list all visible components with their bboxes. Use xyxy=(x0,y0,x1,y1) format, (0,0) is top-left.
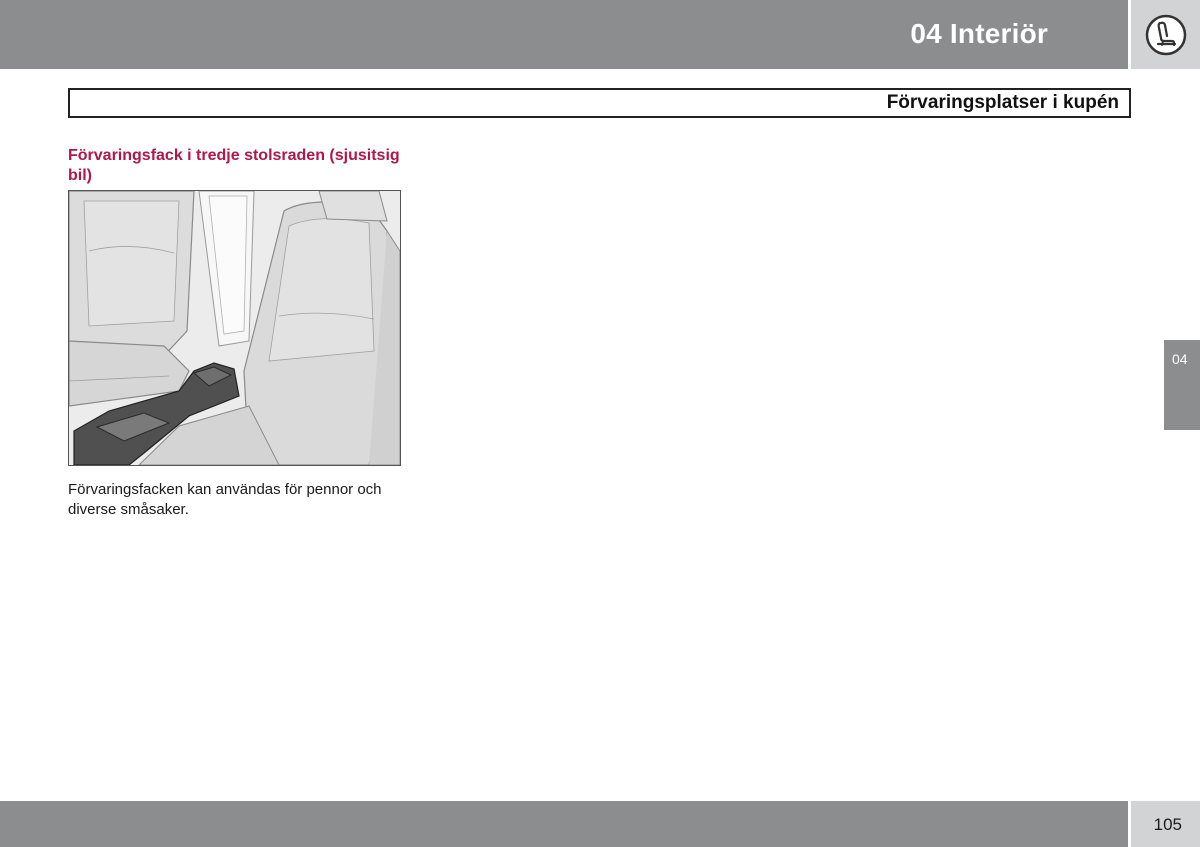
seat-storage-illustration xyxy=(68,190,401,466)
side-tab-label: 04 xyxy=(1172,351,1188,367)
body-paragraph: Förvaringsfacken kan användas för pennor… xyxy=(68,481,382,518)
chapter-title: 04 Interiör xyxy=(910,18,1048,49)
page-number: 105 xyxy=(1153,815,1182,834)
illustration-drawing xyxy=(69,191,400,465)
chapter-icon-box xyxy=(1131,0,1200,69)
seat-icon xyxy=(1145,14,1187,56)
subheading: Förvaringsfack i tredje stolsraden (sjus… xyxy=(68,147,400,184)
chapter-header-bar: 04 Interiör xyxy=(0,0,1128,69)
section-title: Förvaringsplatser i kupén xyxy=(886,92,1119,113)
footer-bar xyxy=(0,801,1128,847)
chapter-side-tab: 04 xyxy=(1164,340,1200,430)
page-number-box: 105 xyxy=(1131,801,1200,847)
section-header: Förvaringsplatser i kupén xyxy=(68,88,1131,118)
